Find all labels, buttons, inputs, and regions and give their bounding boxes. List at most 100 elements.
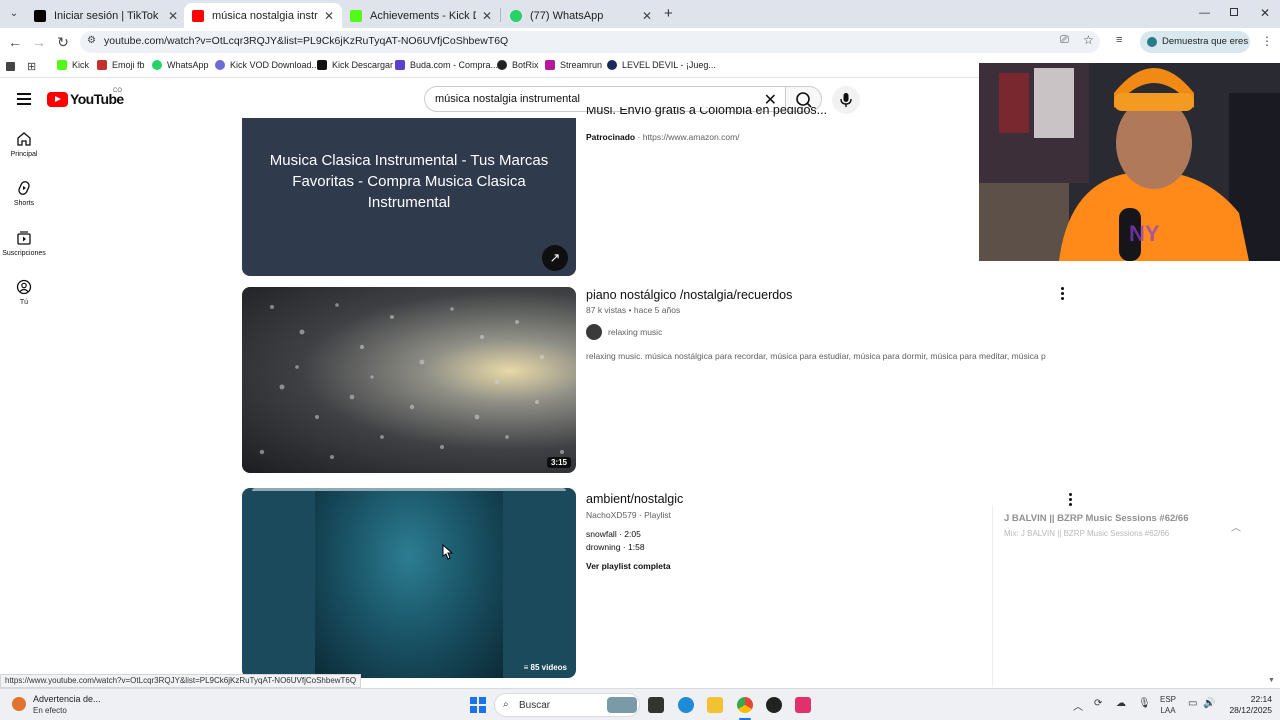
edge-icon[interactable]: [678, 697, 694, 713]
windows-start-icon[interactable]: [470, 697, 486, 713]
bookmark-label: Buda.com - Compra...: [410, 60, 499, 70]
close-tab-icon[interactable]: ✕: [168, 9, 178, 23]
rail-item-principal[interactable]: Principal: [0, 131, 48, 158]
task-view-icon[interactable]: [648, 697, 664, 713]
playlist-track[interactable]: drowning · 1:58: [586, 542, 645, 552]
sponsored-url[interactable]: https://www.amazon.com/: [643, 132, 740, 142]
buda-icon: [395, 60, 405, 70]
bookmark-kick-vod[interactable]: Kick VOD Download...: [215, 60, 319, 70]
tab-label: Achievements - Kick Dashboard: [370, 9, 476, 22]
tab-tiktok[interactable]: Iniciar sesión | TikTok ✕: [26, 3, 186, 28]
video-thumbnail[interactable]: 3:15: [242, 287, 576, 473]
bookmark-whatsapp[interactable]: WhatsApp: [152, 60, 209, 70]
ad-thumbnail[interactable]: Musica Clasica Instrumental - Tus Marcas…: [242, 118, 576, 276]
notification-subtitle: En efecto: [33, 706, 67, 715]
playlist-track[interactable]: snowfall · 2:05: [586, 529, 641, 539]
playlist-icon: ≡: [523, 663, 531, 672]
duration-text: 3:15: [550, 458, 567, 467]
open-external-icon[interactable]: ↗: [542, 245, 568, 271]
tab-search-icon[interactable]: ⌄: [6, 6, 22, 22]
chrome-icon[interactable]: [737, 697, 753, 713]
search-value: música nostalgia instrumental: [435, 93, 580, 105]
video-title[interactable]: piano nostálgico /nostalgia/recuerdos: [586, 288, 792, 302]
language-code: ESP: [1160, 695, 1177, 704]
microphone-tray-icon[interactable]: 🎙: [1138, 698, 1151, 709]
rail-item-suscripciones[interactable]: Suscripciones: [0, 230, 48, 257]
bookmark-label: WhatsApp: [167, 60, 209, 70]
shorts-icon: [18, 181, 30, 195]
bookmark-emoji-fb[interactable]: Emoji fb: [97, 60, 145, 70]
media-control-icon[interactable]: ≡: [1116, 34, 1122, 46]
notification-item[interactable]: Advertencia de... En efecto: [12, 693, 122, 717]
bookmark-level-devil[interactable]: LEVEL DEVIL - ¡Jueg...: [607, 60, 716, 70]
rail-label: Shorts: [13, 200, 35, 207]
tab-youtube-search[interactable]: música nostalgia instrumental ✕: [184, 3, 342, 28]
whatsapp-favicon-icon: [510, 9, 522, 22]
sync-icon[interactable]: ⟳: [1094, 698, 1102, 709]
app-icon[interactable]: [766, 697, 782, 713]
bookmark-star-icon[interactable]: ☆: [1083, 33, 1094, 47]
mouse-cursor-icon: [442, 544, 453, 560]
more-options-icon[interactable]: [1059, 287, 1065, 301]
forward-icon[interactable]: →: [30, 33, 48, 51]
view-full-playlist-link[interactable]: Ver playlist completa: [586, 561, 671, 571]
channel-name[interactable]: relaxing music: [608, 327, 662, 337]
bookmark-botrix[interactable]: BotRix: [497, 60, 539, 70]
site-info-icon[interactable]: ⚙: [87, 35, 96, 46]
install-app-icon[interactable]: ⎚: [1060, 34, 1069, 47]
playlist-thumbnail[interactable]: ≡ 85 videos: [242, 488, 576, 678]
kick-descargar-icon: [317, 60, 327, 70]
network-icon[interactable]: ▭: [1188, 698, 1197, 709]
restore-icon[interactable]: [1230, 8, 1238, 16]
channel-row[interactable]: relaxing music: [586, 324, 662, 340]
playlist-title[interactable]: ambient/nostalgic: [586, 492, 683, 506]
clock[interactable]: 22:14 28/12/2025: [1222, 694, 1272, 716]
bookmark-streamrun[interactable]: Streamrun: [545, 60, 602, 70]
video-snippet: relaxing music. música nostálgica para r…: [586, 351, 1046, 361]
minimize-icon[interactable]: —: [1199, 7, 1210, 19]
view-count: 87 k vistas: [586, 305, 627, 315]
streamer-webcam-image: NY: [979, 63, 1280, 261]
channel-avatar[interactable]: [586, 324, 602, 340]
bookmark-buda[interactable]: Buda.com - Compra...: [395, 60, 498, 70]
bookmark-kick-descargar[interactable]: Kick Descargar: [317, 60, 393, 70]
close-tab-icon[interactable]: ✕: [642, 9, 652, 23]
voice-search-button[interactable]: [832, 86, 860, 114]
tab-label: Iniciar sesión | TikTok: [54, 9, 159, 22]
taskbar-search[interactable]: ⌕ Buscar: [494, 693, 640, 717]
volume-icon[interactable]: 🔊: [1203, 698, 1215, 709]
close-window-icon[interactable]: ✕: [1260, 6, 1270, 20]
bookmark-label: LEVEL DEVIL - ¡Jueg...: [622, 60, 716, 70]
browser-menu-icon[interactable]: ⋮: [1261, 34, 1273, 48]
mini-player-title[interactable]: J BALVIN || BZRP Music Sessions #62/66: [1004, 513, 1188, 524]
cloud-icon[interactable]: ☁: [1116, 698, 1126, 709]
hamburger-menu-icon[interactable]: [17, 93, 31, 105]
rail-item-tu[interactable]: Tú: [0, 279, 48, 306]
tiktok-app-icon[interactable]: [795, 697, 811, 713]
collapse-chevron-icon[interactable]: ︿: [1231, 519, 1241, 534]
close-tab-icon[interactable]: ✕: [324, 9, 334, 23]
tab-whatsapp[interactable]: (77) WhatsApp ✕: [502, 3, 660, 28]
back-icon[interactable]: ←: [6, 33, 24, 51]
reload-icon[interactable]: ↻: [54, 33, 72, 51]
sidebar-toggle-icon[interactable]: [6, 62, 15, 71]
page-scrollbar[interactable]: ▼: [1268, 677, 1278, 687]
apps-grid-icon[interactable]: ⊞: [27, 60, 36, 73]
streamrun-icon: [545, 60, 555, 70]
ad-title-partial[interactable]: Musi. Envío gratis a Colombia en pedidos…: [586, 107, 826, 119]
playlist-channel-line[interactable]: NachoXD579 · Playlist: [586, 510, 671, 520]
file-explorer-icon[interactable]: [707, 697, 723, 713]
new-tab-icon[interactable]: +: [664, 5, 673, 22]
address-bar[interactable]: ⚙ youtube.com/watch?v=OtLcqr3RQJY&list=P…: [80, 31, 1100, 53]
tab-kick-dashboard[interactable]: Achievements - Kick Dashboard ✕: [342, 3, 500, 28]
botrix-icon: [497, 60, 507, 70]
verify-identity-chip[interactable]: Demuestra que eres tú: [1140, 31, 1250, 69]
bookmark-kick[interactable]: Kick: [57, 60, 89, 70]
close-tab-icon[interactable]: ✕: [482, 9, 492, 23]
language-indicator[interactable]: ESP LAA: [1160, 694, 1176, 716]
show-hidden-icons[interactable]: ︿: [1073, 698, 1083, 713]
clock-time: 22:14: [1250, 694, 1272, 704]
youtube-logo[interactable]: YouTube CO: [47, 88, 124, 107]
rail-item-shorts[interactable]: Shorts: [0, 180, 48, 207]
bookmark-label: Kick: [72, 60, 90, 70]
